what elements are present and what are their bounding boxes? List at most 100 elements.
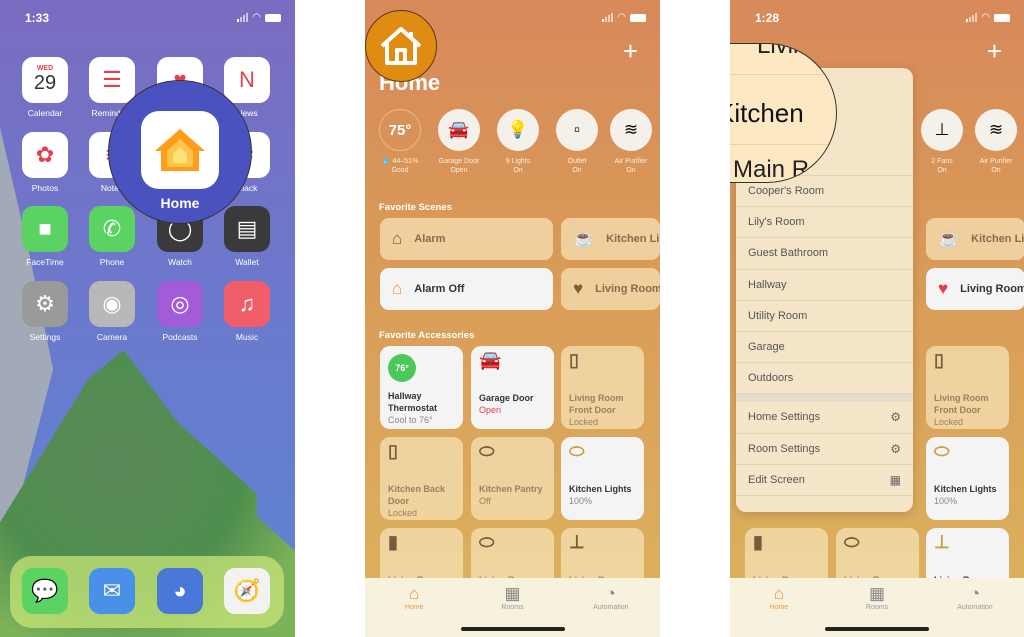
phone-icon[interactable]: ✆ [89,206,135,252]
accessory-status: Locked [569,417,599,427]
magnified-home-app[interactable]: Home [108,80,252,224]
status-line: Good [391,167,409,174]
dock-app[interactable]: 💬 [22,568,68,614]
music-icon[interactable]: ♫ [224,281,270,327]
menu-item-room-settings[interactable]: Room Settings ⚙ [736,434,913,465]
accessory-tile[interactable]: 76° Hallway Thermostat Cool to 76° [380,346,463,429]
accessory-tile[interactable]: ▯ Kitchen Back Door Locked [380,437,463,520]
fan-icon[interactable]: ⊥ [921,109,963,151]
scene-button[interactable]: ☕ Kitchen Lights [561,218,660,260]
app-label: FaceTime [26,257,64,267]
menu-item-room[interactable]: Hallway [736,270,913,301]
status-tile[interactable]: 🚘 Garage Door Open [431,109,487,175]
app-camera[interactable]: ◉ Camera [89,281,135,342]
settings-icon[interactable]: ⚙ [22,281,68,327]
accessory-tile[interactable]: ▯ Living Room Front Door Locked [561,346,644,429]
app-label: Watch [168,257,192,267]
menu-item-room[interactable]: Utility Room [736,301,913,332]
garage-icon[interactable]: 🚘 [438,109,480,151]
accessory-name: Kitchen Lights [569,484,632,494]
thermostat-icon: 76° [388,354,416,382]
scene-button[interactable]: ♥ Living Room [561,268,660,310]
app-music[interactable]: ♫ Music [224,281,270,342]
status-line: On [572,167,582,174]
accessory-status: Locked [934,417,964,427]
status-tile[interactable]: 75° 💧 44–51% Good [372,109,428,175]
status-line: Outlet [567,158,587,165]
home-app-icon[interactable] [141,111,219,189]
home-app-label: Home [160,195,200,211]
status-tile[interactable]: 💡 9 Lights On [490,109,546,175]
scene-button[interactable]: ♥ Living Room [926,268,1024,310]
menu-item-room[interactable]: Garage [736,332,913,364]
app-wallet[interactable]: ▤ Wallet [224,206,270,267]
tab-label: Rooms [865,604,889,611]
scene-button[interactable]: ☕ Kitchen Lights [926,218,1024,260]
add-button[interactable]: + [987,36,1002,67]
menu-item-room[interactable]: Outdoors [736,363,913,395]
messages-icon[interactable]: 💬 [22,568,68,614]
menu-item-below[interactable]: Main Room [733,156,836,182]
tab-automation[interactable]: ◔ Automation [571,584,651,637]
calendar-icon[interactable]: WED 29 [22,57,68,103]
app-label: Camera [96,332,128,342]
facetime-icon[interactable]: ■ [22,206,68,252]
tab-label: Automation [957,604,993,611]
status-tile[interactable]: ≋ Air Purifier On [968,109,1024,175]
menu-item-above[interactable]: Living Room [757,44,836,60]
status-tile[interactable]: ⊥ 2 Fans On [914,109,970,175]
tweetbot-icon[interactable]: ◕ [157,568,203,614]
app-phone[interactable]: ✆ Phone [89,206,135,267]
mail-icon[interactable]: ✉ [89,568,135,614]
accessory-tile[interactable]: ⬭ Kitchen Lights 100% [926,437,1009,520]
mug-icon: ☕ [573,229,595,248]
wifi-icon: ◠ [617,12,626,23]
lightbulb-icon[interactable]: 💡 [497,109,539,151]
accessory-tile[interactable]: ▯ Living Room Front Door Locked [926,346,1009,429]
news-icon[interactable]: N [224,57,270,103]
podcasts-icon[interactable]: ◎ [157,281,203,327]
home-tab-icon: ⌂ [773,584,785,603]
add-button[interactable]: + [623,36,638,67]
wallet-icon[interactable]: ▤ [224,206,270,252]
status-tile[interactable]: ≋ Air Purifier On [603,109,659,175]
heart-icon: ♥ [938,279,949,298]
app-settings[interactable]: ⚙ Settings [22,281,68,342]
camera-icon[interactable]: ◉ [89,281,135,327]
scene-button[interactable]: ⌂ Alarm Off [380,268,553,310]
dock-app[interactable]: ◕ [157,568,203,614]
accessory-tile[interactable]: ⬭ Kitchen Pantry Off [471,437,554,520]
dock-app[interactable]: 🧭 [224,568,270,614]
accessory-tile[interactable]: 🚘 Garage Door Open [471,346,554,429]
calendar-date: 29 [33,72,57,94]
tab-automation[interactable]: ◔ Automation [935,584,1015,637]
app-facetime[interactable]: ■ FaceTime [22,206,68,267]
menu-item-label: Lily's Room [748,216,805,229]
tab-home[interactable]: ⌂ Home [739,584,819,637]
menu-item-room[interactable]: Lily's Room [736,207,913,239]
app-podcasts[interactable]: ◎ Podcasts [157,281,203,342]
menu-item-room[interactable]: Guest Bathroom [736,238,913,270]
scene-button[interactable]: ⌂ Alarm [380,218,553,260]
app-photos[interactable]: ✿ Photos [22,132,68,193]
air-purifier-icon[interactable]: ≋ [975,109,1017,151]
status-tile[interactable]: ▫ Outlet On [549,109,605,175]
menu-item-edit-screen[interactable]: Edit Screen ▦ [736,465,913,496]
ceiling-light-icon: ⬭ [479,532,495,552]
accessory-tile[interactable]: ⬭ Kitchen Lights 100% [561,437,644,520]
menu-item-home-settings[interactable]: Home Settings ⚙ [736,402,913,434]
room-settings-icon: ⚙ [890,441,901,456]
outlet-icon[interactable]: ▫ [556,109,598,151]
lock-icon: ▯ [388,441,398,461]
menu-item-kitchen[interactable]: Kitchen [730,98,804,129]
air-purifier-icon[interactable]: ≋ [610,109,652,151]
thermometer-icon[interactable]: 75° [379,109,421,151]
tab-home[interactable]: ⌂ Home [374,584,454,637]
status-line: On [937,167,947,174]
photos-icon[interactable]: ✿ [22,132,68,178]
status-line: On [513,167,523,174]
reminders-icon[interactable]: ☰ [89,57,135,103]
safari-icon[interactable]: 🧭 [224,568,270,614]
app-calendar[interactable]: WED 29 Calendar [22,57,68,118]
dock-app[interactable]: ✉ [89,568,135,614]
